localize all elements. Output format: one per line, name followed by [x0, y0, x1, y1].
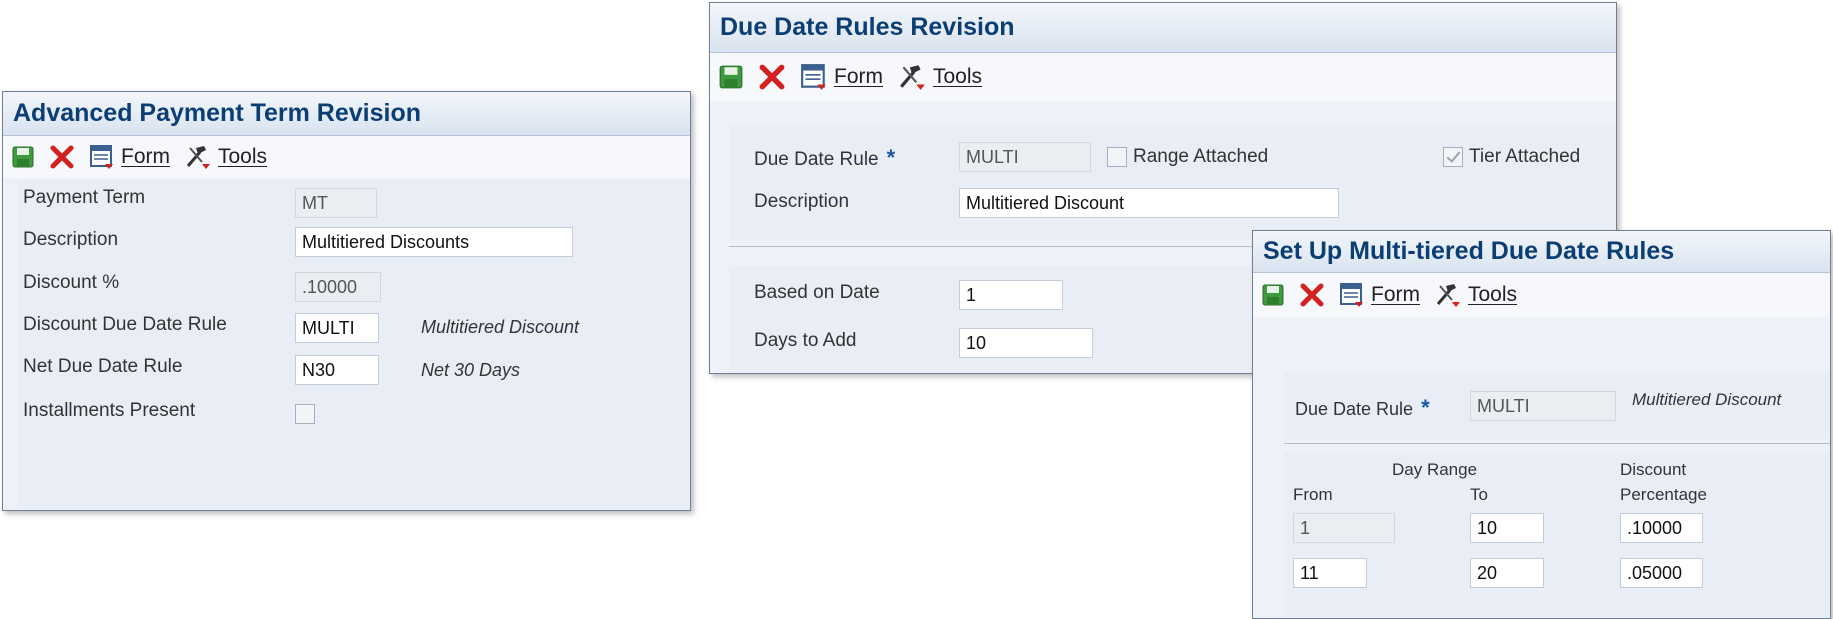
form-icon: [90, 145, 113, 169]
form-icon: [1340, 283, 1363, 307]
close-icon: [759, 64, 785, 90]
tier-attached-checkbox[interactable]: [1443, 147, 1463, 167]
discount-rule-description: Multitiered Discount: [421, 317, 580, 337]
form-menu[interactable]: Form: [800, 63, 883, 91]
required-marker: *: [1421, 395, 1430, 420]
discount-percent-label: Discount %: [23, 272, 120, 293]
section-divider: [1284, 443, 1830, 444]
based-on-date-label: Based on Date: [754, 282, 880, 303]
rule-description: Multitiered Discount: [1632, 390, 1782, 409]
description-label: Description: [23, 229, 119, 250]
days-to-add-field[interactable]: 10: [959, 328, 1093, 358]
net-due-date-rule-label: Net Due Date Rule: [23, 356, 183, 377]
range-attached-label: Range Attached: [1133, 146, 1269, 167]
tier-attached-label: Tier Attached: [1469, 146, 1581, 167]
net-rule-description: Net 30 Days: [421, 360, 521, 380]
cancel-button[interactable]: [1299, 282, 1325, 308]
header-panel: Due Date Rule * MULTI Range Attached Tier…: [729, 125, 1616, 240]
window-title-text: Advanced Payment Term Revision: [13, 99, 422, 127]
tools-menu-label: Tools: [1468, 283, 1518, 306]
form-menu-label: Form: [834, 65, 883, 88]
installments-present-checkbox[interactable]: [295, 404, 315, 424]
toolbar: Form Tools: [1253, 273, 1830, 317]
tools-menu[interactable]: Tools: [1434, 282, 1517, 308]
close-icon: [1300, 283, 1324, 307]
net-due-date-rule-field[interactable]: N30: [295, 355, 379, 385]
tier-row-1-to[interactable]: 10: [1470, 513, 1544, 543]
tools-icon: [1436, 284, 1460, 307]
tier-row-1-from: 1: [1293, 513, 1395, 543]
tier-row-2-percentage[interactable]: .05000: [1620, 558, 1703, 588]
tools-menu[interactable]: Tools: [184, 144, 267, 170]
save-icon: [12, 146, 34, 168]
discount-due-date-rule-label: Discount Due Date Rule: [23, 314, 227, 335]
close-icon: [50, 145, 74, 169]
tools-icon: [186, 146, 210, 169]
tier-row-1-percentage[interactable]: .10000: [1620, 513, 1703, 543]
form-menu[interactable]: Form: [1339, 282, 1420, 308]
due-date-rule-label: Due Date Rule *: [754, 145, 895, 171]
window-title: Advanced Payment Term Revision: [3, 92, 690, 136]
due-date-rule-label-text: Due Date Rule: [754, 149, 879, 170]
tier-row-2-from[interactable]: 11: [1293, 558, 1367, 588]
day-range-header: Day Range: [1392, 460, 1478, 479]
description-field[interactable]: Multitiered Discounts: [295, 227, 573, 257]
multi-tiered-rules-window: Set Up Multi-tiered Due Date Rules Form: [1252, 230, 1831, 619]
form-menu-label: Form: [1371, 283, 1420, 306]
due-date-rule-field: MULTI: [959, 142, 1091, 172]
due-date-rule-label-text: Due Date Rule: [1295, 399, 1414, 419]
save-button[interactable]: [718, 64, 744, 90]
window-title-text: Due Date Rules Revision: [720, 13, 1015, 41]
toolbar: Form Tools: [3, 136, 690, 178]
cancel-button[interactable]: [758, 63, 786, 91]
tools-menu-label: Tools: [218, 145, 268, 168]
save-button[interactable]: [1261, 283, 1285, 307]
description-label: Description: [754, 191, 850, 212]
days-to-add-label: Days to Add: [754, 330, 857, 351]
percentage-header: Percentage: [1620, 485, 1707, 504]
save-icon: [719, 65, 743, 89]
form-panel: Payment Term MT Description Multitiered …: [17, 180, 690, 510]
save-icon: [1262, 284, 1284, 306]
required-marker: *: [886, 145, 896, 170]
discount-percent-field: .10000: [295, 272, 381, 302]
tools-menu[interactable]: Tools: [897, 63, 982, 91]
tools-icon: [900, 65, 925, 90]
tools-menu-label: Tools: [933, 65, 983, 88]
window-title-text: Set Up Multi-tiered Due Date Rules: [1263, 237, 1675, 265]
form-icon: [801, 64, 826, 90]
due-date-rule-field: MULTI: [1470, 391, 1616, 421]
description-field[interactable]: Multitiered Discount: [959, 188, 1339, 218]
installments-present-label: Installments Present: [23, 400, 196, 421]
discount-header: Discount: [1620, 460, 1687, 479]
toolbar: Form Tools: [710, 53, 1616, 101]
form-menu[interactable]: Form: [89, 144, 170, 170]
header-panel: Due Date Rule * MULTI Multitiered Discoun…: [1284, 372, 1830, 439]
range-attached-checkbox[interactable]: [1107, 147, 1127, 167]
due-date-rule-label: Due Date Rule *: [1295, 395, 1430, 421]
advanced-payment-term-window: Advanced Payment Term Revision Form Tool…: [2, 91, 691, 511]
window-title: Due Date Rules Revision: [710, 3, 1616, 53]
based-on-date-field[interactable]: 1: [959, 280, 1063, 310]
from-header: From: [1293, 485, 1333, 504]
tier-row-2-to[interactable]: 20: [1470, 558, 1544, 588]
payment-term-label: Payment Term: [23, 187, 146, 208]
save-button[interactable]: [11, 145, 35, 169]
form-menu-label: Form: [121, 145, 170, 168]
payment-term-field: MT: [295, 188, 377, 218]
window-title: Set Up Multi-tiered Due Date Rules: [1253, 231, 1830, 273]
cancel-button[interactable]: [49, 144, 75, 170]
tier-grid-panel: Day Range Discount From To Percentage 1 …: [1284, 453, 1830, 618]
to-header: To: [1470, 485, 1488, 504]
discount-due-date-rule-field[interactable]: MULTI: [295, 313, 379, 343]
